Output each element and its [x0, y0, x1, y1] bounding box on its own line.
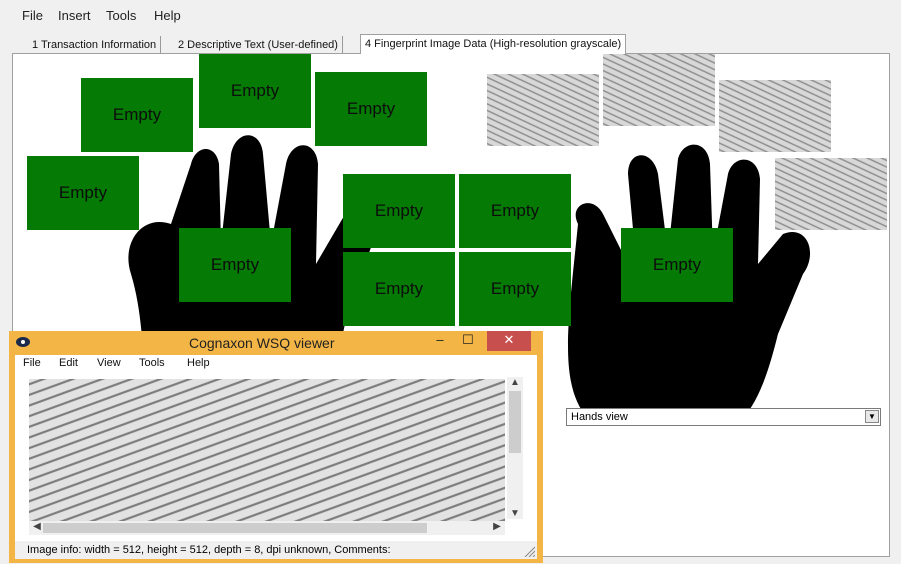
scroll-up-icon[interactable]: ▲	[507, 377, 523, 388]
finger-slot-label: Empty	[210, 255, 260, 274]
tab-fingerprint-image-data[interactable]: 4 Fingerprint Image Data (High-resolutio…	[360, 34, 627, 54]
wsq-viewer-window: Cognaxon WSQ viewer – ☐ ✕ File Edit View…	[9, 331, 543, 563]
viewer-menu-file[interactable]: File	[23, 357, 41, 369]
thumb-slot-4[interactable]: Empty	[459, 252, 571, 326]
view-mode-value: Hands view	[571, 411, 628, 423]
tab-descriptive-text[interactable]: 2 Descriptive Text (User-defined)	[174, 36, 343, 54]
thumb-slot-3[interactable]: Empty	[343, 252, 455, 326]
finger-slot-label: Empty	[112, 105, 162, 124]
finger-slot-label: Empty	[230, 81, 280, 100]
eye-icon	[16, 337, 30, 347]
fingerprint-image-right-ring[interactable]	[719, 80, 831, 152]
viewer-menu-tools[interactable]: Tools	[139, 357, 165, 369]
viewer-title: Cognaxon WSQ viewer	[189, 335, 335, 351]
view-mode-select[interactable]: Hands view ▼	[566, 408, 881, 426]
vertical-scroll-thumb[interactable]	[509, 391, 521, 453]
viewer-menu-edit[interactable]: Edit	[59, 357, 78, 369]
finger-slot-right-palm[interactable]: Empty	[621, 228, 733, 302]
finger-slot-label: Empty	[346, 99, 396, 118]
viewer-statusbar: Image info: width = 512, height = 512, d…	[15, 541, 537, 559]
finger-slot-left-palm[interactable]: Empty	[179, 228, 291, 302]
finger-slot-left-index[interactable]: Empty	[81, 78, 193, 152]
chevron-down-icon[interactable]: ▼	[865, 410, 879, 423]
finger-slot-label: Empty	[374, 201, 424, 220]
viewer-horizontal-scrollbar[interactable]: ◀ ▶	[29, 521, 505, 535]
viewer-menu-help[interactable]: Help	[187, 357, 210, 369]
viewer-menu-view[interactable]: View	[97, 357, 121, 369]
finger-slot-label: Empty	[58, 183, 108, 202]
thumb-slot-1[interactable]: Empty	[343, 174, 455, 248]
menu-file[interactable]: File	[22, 8, 43, 23]
finger-slot-left-little[interactable]: Empty	[27, 156, 139, 230]
fingerprint-zoom-image	[29, 379, 505, 521]
menu-insert[interactable]: Insert	[58, 8, 91, 23]
image-info-text: Image info: width = 512, height = 512, d…	[27, 544, 391, 556]
horizontal-scroll-thumb[interactable]	[43, 523, 427, 533]
main-menubar: File Insert Tools Help	[0, 0, 901, 30]
minimize-icon[interactable]: –	[427, 331, 453, 351]
fingerprint-image-right-index[interactable]	[487, 74, 599, 146]
fingerprint-image-right-middle[interactable]	[603, 54, 715, 126]
scroll-right-icon[interactable]: ▶	[489, 521, 505, 532]
finger-slot-label: Empty	[490, 201, 540, 220]
finger-slot-left-middle[interactable]: Empty	[199, 54, 311, 128]
viewer-vertical-scrollbar[interactable]: ▲ ▼	[507, 377, 523, 519]
tab-strip: 1 Transaction Information 2 Descriptive …	[0, 34, 901, 54]
thumb-slot-2[interactable]: Empty	[459, 174, 571, 248]
viewer-image-area: ▲ ▼ ◀ ▶	[15, 373, 537, 541]
finger-slot-label: Empty	[490, 279, 540, 298]
finger-slot-label: Empty	[374, 279, 424, 298]
tab-transaction-information[interactable]: 1 Transaction Information	[28, 36, 162, 54]
menu-help[interactable]: Help	[154, 8, 181, 23]
close-icon[interactable]: ✕	[487, 331, 531, 351]
finger-slot-label: Empty	[652, 255, 702, 274]
fingerprint-image-right-little[interactable]	[775, 158, 887, 230]
menu-tools[interactable]: Tools	[106, 8, 136, 23]
scroll-down-icon[interactable]: ▼	[507, 508, 523, 519]
viewer-titlebar[interactable]: Cognaxon WSQ viewer – ☐ ✕	[9, 331, 543, 355]
viewer-menubar: File Edit View Tools Help	[15, 355, 537, 373]
maximize-icon[interactable]: ☐	[455, 331, 481, 351]
resize-grip-icon[interactable]	[523, 545, 535, 557]
finger-slot-left-ring[interactable]: Empty	[315, 72, 427, 146]
